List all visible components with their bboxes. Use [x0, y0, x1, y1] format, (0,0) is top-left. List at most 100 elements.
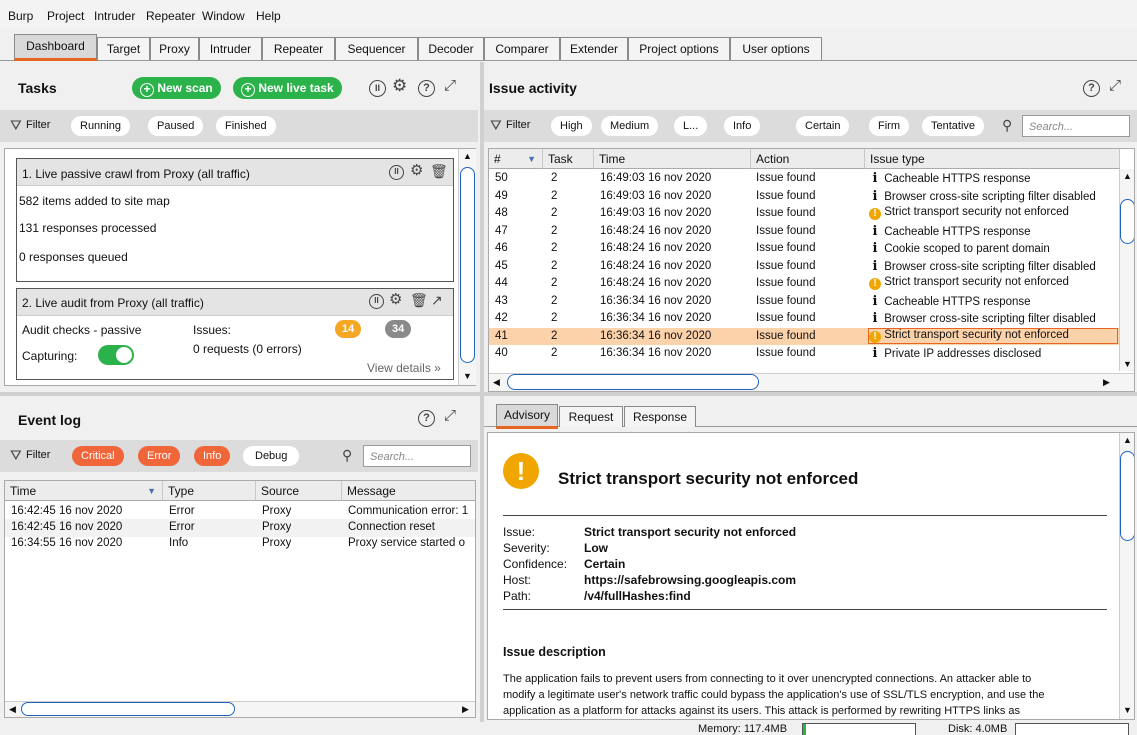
- issue-row[interactable]: 41 2 16:36:34 16 nov 2020 Issue found! Stri…: [489, 327, 1119, 345]
- tab-advisory[interactable]: Advisory: [496, 404, 558, 429]
- advisory-scrollbar[interactable]: ▲ ▼: [1119, 433, 1134, 719]
- issue-search-input[interactable]: Search...: [1022, 115, 1130, 137]
- scroll-thumb[interactable]: [507, 374, 759, 390]
- task-card-1[interactable]: 1. Live passive crawl from Proxy (all tr…: [16, 158, 454, 282]
- event-log-hscrollbar[interactable]: ◀ ▶: [5, 701, 475, 717]
- issue-row[interactable]: 48 2 16:49:03 16 nov 2020 Issue found! Stri…: [489, 205, 1119, 223]
- col-header-action[interactable]: Action: [751, 149, 865, 169]
- filter-icon[interactable]: ⛛: [490, 118, 502, 132]
- menu-intruder[interactable]: Intruder: [94, 9, 135, 23]
- expand-icon[interactable]: ⤢: [444, 78, 456, 93]
- scroll-thumb[interactable]: [460, 167, 475, 363]
- filter-running[interactable]: Running: [71, 116, 130, 136]
- scroll-right-icon[interactable]: ▶: [462, 704, 469, 715]
- filter-debug[interactable]: Debug: [243, 446, 300, 466]
- col-header-time[interactable]: Time: [594, 149, 751, 169]
- issue-row[interactable]: 45 2 16:48:24 16 nov 2020 Issue found i Brow…: [489, 258, 1119, 276]
- pause-all-icon[interactable]: II: [369, 80, 386, 97]
- issue-row[interactable]: 42 2 16:36:34 16 nov 2020 Issue found i Brow…: [489, 310, 1119, 328]
- filter-high[interactable]: High: [551, 116, 592, 136]
- issues-count-badge-orange[interactable]: 14: [335, 320, 362, 338]
- help-icon[interactable]: ?: [1083, 80, 1100, 97]
- filter-finished[interactable]: Finished: [216, 116, 276, 136]
- menu-project[interactable]: Project: [47, 9, 84, 23]
- issue-row[interactable]: 40 2 16:36:34 16 nov 2020 Issue found i Priv…: [489, 345, 1119, 363]
- filter-certain[interactable]: Certain: [796, 116, 850, 136]
- tab-sequencer[interactable]: Sequencer: [335, 37, 418, 60]
- tasks-scrollbar[interactable]: ▲ ▼: [458, 149, 476, 385]
- scroll-up-icon[interactable]: ▲: [1123, 435, 1132, 445]
- tab-request[interactable]: Request: [559, 406, 623, 427]
- open-external-icon[interactable]: ↗: [431, 293, 443, 307]
- scroll-up-icon[interactable]: ▲: [463, 151, 472, 161]
- issue-row[interactable]: 44 2 16:48:24 16 nov 2020 Issue found! Stri…: [489, 275, 1119, 293]
- pause-icon[interactable]: II: [389, 165, 404, 180]
- issue-row[interactable]: 50 2 16:49:03 16 nov 2020 Issue found i Cach…: [489, 170, 1119, 188]
- gear-icon[interactable]: ⚙: [389, 292, 402, 307]
- filter-error[interactable]: Error: [138, 446, 181, 466]
- new-scan-button[interactable]: + New scan: [132, 77, 221, 99]
- tab-decoder[interactable]: Decoder: [418, 37, 484, 60]
- expand-icon[interactable]: ⤢: [444, 408, 456, 423]
- issue-row[interactable]: 47 2 16:48:24 16 nov 2020 Issue found i Cach…: [489, 223, 1119, 241]
- gear-icon[interactable]: ⚙: [392, 77, 407, 94]
- filter-medium[interactable]: Medium: [601, 116, 659, 136]
- col-header-source[interactable]: Source: [256, 481, 342, 501]
- menu-repeater[interactable]: Repeater: [146, 9, 195, 23]
- help-icon[interactable]: ?: [418, 410, 435, 427]
- filter-critical[interactable]: Critical: [72, 446, 124, 466]
- tab-intruder[interactable]: Intruder: [199, 37, 262, 60]
- col-header-number[interactable]: # ▼: [489, 149, 543, 169]
- scroll-down-icon[interactable]: ▼: [463, 371, 472, 381]
- filter-tentative[interactable]: Tentative: [922, 116, 985, 136]
- event-log-row[interactable]: 16:34:55 16 nov 2020 Info Proxy Proxy servi…: [5, 535, 475, 553]
- tab-project-options[interactable]: Project options: [628, 37, 730, 60]
- scroll-left-icon[interactable]: ◀: [493, 377, 500, 388]
- scroll-up-icon[interactable]: ▲: [1123, 171, 1132, 181]
- scroll-thumb[interactable]: [1120, 199, 1134, 244]
- tab-response[interactable]: Response: [624, 406, 696, 427]
- scroll-thumb[interactable]: [1120, 451, 1134, 541]
- tab-user-options[interactable]: User options: [730, 37, 822, 60]
- scroll-down-icon[interactable]: ▼: [1123, 705, 1132, 715]
- filter-icon[interactable]: ⛛: [10, 118, 22, 132]
- col-header-task[interactable]: Task: [543, 149, 594, 169]
- scroll-down-icon[interactable]: ▼: [1123, 359, 1132, 369]
- tab-target[interactable]: Target: [97, 37, 150, 60]
- filter-info[interactable]: Info: [724, 116, 761, 136]
- delete-icon[interactable]: 🗑: [410, 293, 428, 307]
- pause-icon[interactable]: II: [369, 294, 384, 309]
- issue-row[interactable]: 49 2 16:49:03 16 nov 2020 Issue found i Brow…: [489, 188, 1119, 206]
- col-header-time[interactable]: Time ▼: [5, 481, 163, 501]
- new-live-task-button[interactable]: + New live task: [233, 77, 342, 99]
- issues-count-badge-gray[interactable]: 34: [385, 320, 412, 338]
- help-icon[interactable]: ?: [418, 80, 435, 97]
- gear-icon[interactable]: ⚙: [410, 163, 423, 178]
- task-card-2[interactable]: 2. Live audit from Proxy (all traffic) I…: [16, 288, 454, 380]
- scroll-left-icon[interactable]: ◀: [9, 704, 16, 715]
- scroll-thumb[interactable]: [21, 702, 235, 716]
- filter-icon[interactable]: ⛛: [10, 448, 22, 462]
- issue-table-scrollbar[interactable]: ▲ ▼: [1119, 169, 1134, 371]
- view-details-link[interactable]: View details »: [367, 361, 441, 375]
- expand-icon[interactable]: ⤢: [1109, 78, 1121, 93]
- tab-extender[interactable]: Extender: [560, 37, 628, 60]
- issue-table-hscrollbar[interactable]: ◀ ▶: [489, 373, 1134, 391]
- tab-repeater[interactable]: Repeater: [262, 37, 335, 60]
- col-header-type[interactable]: Type: [163, 481, 256, 501]
- menu-burp[interactable]: Burp: [8, 9, 33, 23]
- delete-icon[interactable]: 🗑: [430, 164, 448, 178]
- filter-paused[interactable]: Paused: [148, 116, 204, 136]
- filter-firm[interactable]: Firm: [869, 116, 909, 136]
- issue-row[interactable]: 46 2 16:48:24 16 nov 2020 Issue found i Cook…: [489, 240, 1119, 258]
- tab-comparer[interactable]: Comparer: [484, 37, 560, 60]
- menu-help[interactable]: Help: [256, 9, 281, 23]
- event-log-search-input[interactable]: Search...: [363, 445, 471, 467]
- tab-proxy[interactable]: Proxy: [150, 37, 199, 60]
- col-header-message[interactable]: Message: [342, 481, 475, 501]
- event-log-row[interactable]: 16:42:45 16 nov 2020 Error Proxy Connection…: [5, 519, 475, 537]
- tab-dashboard[interactable]: Dashboard: [14, 34, 97, 61]
- issue-row[interactable]: 43 2 16:36:34 16 nov 2020 Issue found i Cach…: [489, 293, 1119, 311]
- menu-window[interactable]: Window: [202, 9, 245, 23]
- col-header-issue-type[interactable]: Issue type: [865, 149, 1120, 169]
